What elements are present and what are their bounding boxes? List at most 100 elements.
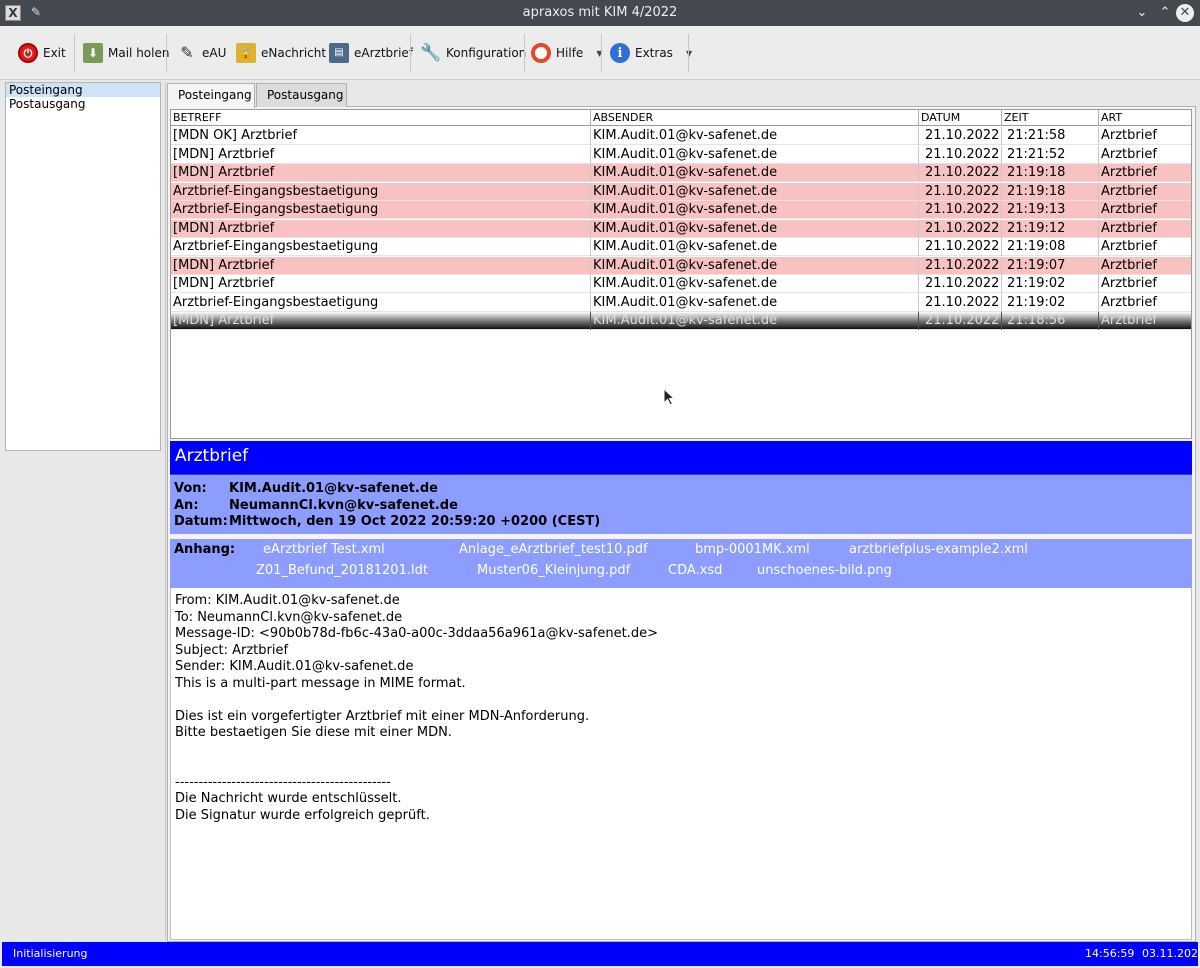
attachment-link[interactable]: Muster06_Kleinjung.pdf <box>477 563 630 578</box>
exit-label: Exit <box>43 46 66 60</box>
datum-row: Datum: Mittwoch, den 19 Oct 2022 20:59:2… <box>174 514 600 530</box>
earztbrief-button[interactable]: ▤ eArztbrief <box>329 39 413 67</box>
cell-datum: 21.10.2022 <box>919 256 1002 275</box>
cell-art: Arztbrief <box>1101 257 1157 273</box>
cell-absender: KIM.Audit.01@kv-safenet.de <box>591 312 919 330</box>
mail-holen-button[interactable]: ⬇ Mail holen <box>83 39 169 67</box>
cell-datum: 21.10.2022 <box>919 145 1002 164</box>
mouse-cursor-icon <box>663 388 675 406</box>
table-row[interactable]: [MDN] Arztbrief KIM.Audit.01@kv-safenet.d… <box>171 312 1191 330</box>
tab-posteingang[interactable]: Posteingang <box>167 83 255 108</box>
app-icon[interactable]: X <box>5 5 21 21</box>
column-header-absender[interactable]: ABSENDER <box>591 110 919 126</box>
cell-art: Arztbrief <box>1101 202 1157 217</box>
column-header-zeit[interactable]: ZEIT <box>1002 110 1099 126</box>
status-date: 03.11.2022 <box>1142 947 1200 960</box>
table-row[interactable]: [MDN] Arztbrief KIM.Audit.01@kv-safenet.d… <box>171 256 1191 275</box>
extras-button[interactable]: i Extras ▼ <box>610 39 692 67</box>
tab-postausgang[interactable]: Postausgang <box>256 83 347 107</box>
body-line: From: KIM.Audit.01@kv-safenet.de <box>175 593 400 608</box>
von-value: KIM.Audit.01@kv-safenet.de <box>229 481 438 496</box>
enachricht-button[interactable]: 🔒 eNachricht <box>236 39 326 67</box>
cell-betreff: Arztbrief-Eingangsbestaetigung <box>171 201 591 219</box>
cell-zeit: 21:19:12 <box>1002 219 1099 238</box>
table-row[interactable]: [MDN] Arztbrief KIM.Audit.01@kv-safenet.d… <box>171 219 1191 238</box>
cell-datum: 21.10.2022 <box>919 219 1002 238</box>
table-row[interactable]: Arztbrief-Eingangsbestaetigung KIM.Audit.… <box>171 182 1191 201</box>
toolbar-separator <box>166 34 167 72</box>
attachment-link[interactable]: CDA.xsd <box>668 563 722 578</box>
column-header-art[interactable]: ART <box>1099 110 1191 126</box>
attachment-link[interactable]: bmp-0001MK.xml <box>695 542 810 557</box>
attachment-link[interactable]: Z01_Befund_20181201.ldt <box>256 563 428 578</box>
cell-absender: KIM.Audit.01@kv-safenet.de <box>591 256 919 275</box>
cell-betreff: [MDN] Arztbrief <box>171 256 591 275</box>
cell-betreff: [MDN] Arztbrief <box>171 219 591 238</box>
cell-datum: 21.10.2022 <box>919 238 1002 256</box>
datum-value: Mittwoch, den 19 Oct 2022 20:59:20 +0200… <box>229 514 601 529</box>
an-row: An: NeumannCl.kvn@kv-safenet.de <box>174 498 458 514</box>
printer-icon: ▤ <box>329 43 349 63</box>
maximize-button[interactable]: ⌃ <box>1155 3 1175 23</box>
cell-art: Arztbrief <box>1101 128 1157 143</box>
anhang-label: Anhang: <box>174 542 236 557</box>
table-row[interactable]: Arztbrief-Eingangsbestaetigung KIM.Audit.… <box>171 201 1191 219</box>
close-button[interactable]: ✕ <box>1176 4 1194 22</box>
cell-art: Arztbrief <box>1101 239 1157 254</box>
column-header-datum[interactable]: DATUM <box>919 110 1002 126</box>
attachment-link[interactable]: Anlage_eArztbrief_test10.pdf <box>459 542 648 557</box>
cell-absender: KIM.Audit.01@kv-safenet.de <box>591 293 919 312</box>
table-row[interactable]: [MDN] Arztbrief KIM.Audit.01@kv-safenet.d… <box>171 164 1191 182</box>
cell-datum: 21.10.2022 <box>919 312 1002 330</box>
splitter[interactable] <box>165 82 166 940</box>
cell-zeit: 21:21:52 <box>1002 145 1099 164</box>
sidebar-item-posteingang[interactable]: Posteingang <box>6 83 160 97</box>
body-line: Message-ID: <90b0b78d-fb6c-43a0-a00c-3dd… <box>175 626 658 641</box>
lifebuoy-icon <box>531 43 551 63</box>
table-row[interactable]: [MDN OK] Arztbrief KIM.Audit.01@kv-safene… <box>171 127 1191 145</box>
table-row[interactable]: Arztbrief-Eingangsbestaetigung KIM.Audit.… <box>171 238 1191 256</box>
body-line: Die Signatur wurde erfolgreich geprüft. <box>175 807 430 823</box>
download-icon: ⬇ <box>83 43 103 63</box>
hilfe-button[interactable]: Hilfe ▼ <box>531 39 602 67</box>
column-header-betreff[interactable]: BETREFF <box>171 110 591 126</box>
cell-betreff: [MDN] Arztbrief <box>171 164 591 182</box>
cell-datum: 21.10.2022 <box>919 201 1002 219</box>
cell-datum: 21.10.2022 <box>919 127 1002 145</box>
sidebar-item-postausgang[interactable]: Postausgang <box>6 97 160 111</box>
folder-tree[interactable]: Posteingang Postausgang <box>5 82 161 451</box>
attachment-link[interactable]: arztbriefplus-example2.xml <box>849 542 1028 557</box>
extras-label: Extras <box>635 46 673 60</box>
table-row[interactable]: Arztbrief-Eingangsbestaetigung KIM.Audit.… <box>171 293 1191 312</box>
message-table[interactable]: BETREFF ABSENDER DATUM ZEIT ART [MDN OK]… <box>170 109 1192 439</box>
cell-datum: 21.10.2022 <box>919 293 1002 312</box>
cell-datum: 21.10.2022 <box>919 164 1002 182</box>
minimize-button[interactable]: ⌄ <box>1132 3 1152 23</box>
status-bar: Initialisierung 14:56:59 03.11.2022 <box>2 942 1200 966</box>
exit-button[interactable]: ⏻ Exit <box>18 39 66 67</box>
preview-headers: Von: KIM.Audit.01@kv-safenet.de An: Neum… <box>170 474 1192 534</box>
message-body[interactable]: From: KIM.Audit.01@kv-safenet.de To: Neum… <box>170 588 1192 940</box>
cell-betreff: Arztbrief-Eingangsbestaetigung <box>171 238 591 256</box>
body-line: This is a multi-part message in MIME for… <box>175 675 466 691</box>
table-row[interactable]: [MDN] Arztbrief KIM.Audit.01@kv-safenet.d… <box>171 275 1191 293</box>
cell-absender: KIM.Audit.01@kv-safenet.de <box>591 127 919 145</box>
konfiguration-button[interactable]: 🔧 Konfiguration <box>420 39 527 67</box>
attachment-link[interactable]: eArztbrief Test.xml <box>263 542 385 557</box>
konfiguration-label: Konfiguration <box>446 46 527 60</box>
cell-betreff: [MDN] Arztbrief <box>171 145 591 164</box>
cell-zeit: 21:21:58 <box>1002 127 1099 145</box>
cell-absender: KIM.Audit.01@kv-safenet.de <box>591 275 919 293</box>
body-line: ----------------------------------------… <box>175 774 391 790</box>
cell-absender: KIM.Audit.01@kv-safenet.de <box>591 238 919 256</box>
cell-betreff: Arztbrief-Eingangsbestaetigung <box>171 293 591 312</box>
extras-dropdown-icon[interactable]: ▼ <box>686 49 692 58</box>
body-line: Sender: KIM.Audit.01@kv-safenet.de <box>175 659 414 674</box>
cell-absender: KIM.Audit.01@kv-safenet.de <box>591 145 919 164</box>
table-row[interactable]: [MDN] Arztbrief KIM.Audit.01@kv-safenet.d… <box>171 145 1191 164</box>
attachment-link[interactable]: unschoenes-bild.png <box>757 563 892 578</box>
cell-zeit: 21:19:02 <box>1002 293 1099 312</box>
body-line: Die Nachricht wurde entschlüsselt. <box>175 791 402 806</box>
eau-button[interactable]: ✎ eAU <box>177 39 226 67</box>
pin-icon[interactable]: ✎ <box>28 4 44 20</box>
